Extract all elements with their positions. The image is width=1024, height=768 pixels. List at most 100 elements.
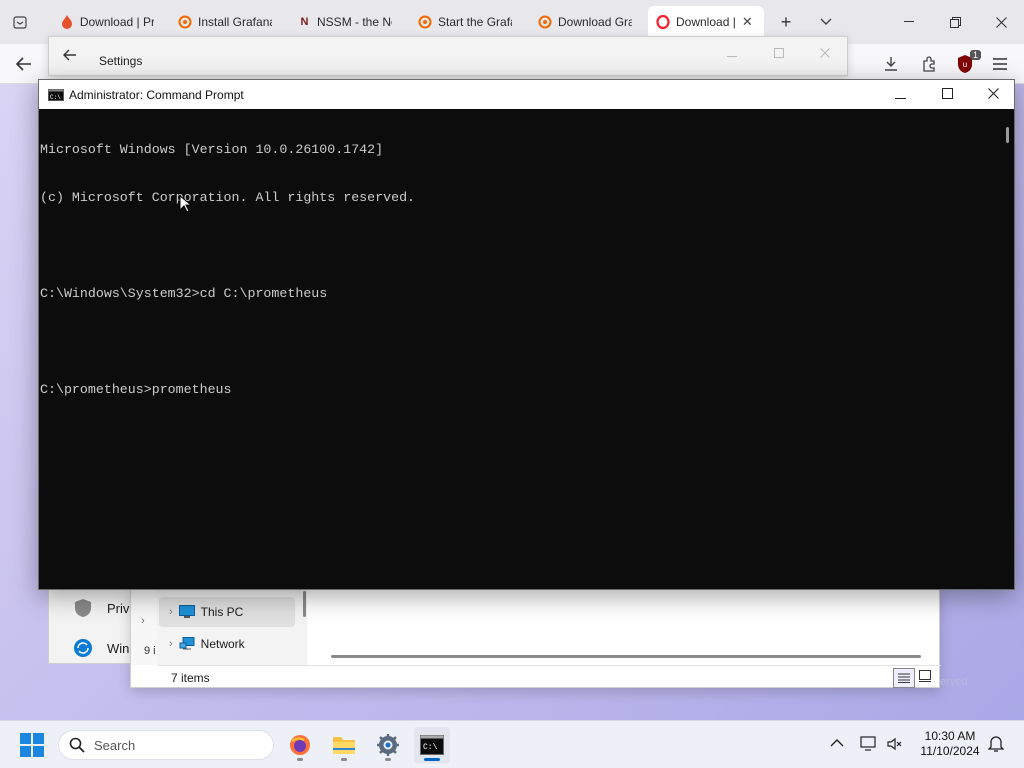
tiles-view-icon[interactable] [919,670,931,685]
nav-item-this-pc[interactable]: › This PC [159,597,295,627]
settings-nav-label: Win [107,640,130,656]
browser-tab-5[interactable]: Download Gra [530,6,640,38]
extensions-icon[interactable] [917,52,941,76]
computer-icon [178,605,195,618]
firefox-icon [290,735,310,755]
scroll-thumb[interactable] [1006,127,1009,143]
svg-text:C:\: C:\ [423,743,438,752]
nav-label: Network [200,637,245,651]
tab-label: Download Gra [558,15,632,29]
prometheus-icon [60,15,74,29]
command-prompt-window: C:\ Administrator: Command Prompt Micros… [38,79,1015,590]
settings-back-icon[interactable] [63,49,77,64]
clock-date: 11/10/2024 [920,744,980,758]
horizontal-scrollbar[interactable] [331,655,921,658]
explorer-left-gutter: › 9 i [131,589,157,665]
browser-tab-6-active[interactable]: Download | ✕ [648,6,764,38]
chevron-right-icon[interactable]: › [141,615,145,627]
settings-window: Settings [48,36,848,76]
cmd-maximize-icon[interactable] [942,88,953,102]
browser-close-icon[interactable] [989,10,1013,34]
ublock-origin-icon[interactable]: u 1 [953,50,981,76]
browser-tab-3[interactable]: N NSSM - the No [290,6,400,38]
console-input-line: C:\prometheus>prometheus [40,382,232,397]
console-line: Microsoft Windows [Version 10.0.26100.17… [40,142,384,157]
details-view-icon[interactable] [893,668,915,688]
grafana-icon [178,15,192,29]
notification-bell-icon[interactable] [987,735,1005,756]
active-indicator [424,758,440,761]
terminal-icon: C:\ [420,735,444,755]
cmd-scrollbar[interactable] [1001,109,1014,589]
search-icon [69,737,85,753]
nssm-icon: N [300,16,309,28]
nav-item-network[interactable]: › Network [159,629,295,659]
grafana-icon [418,15,432,29]
network-icon [179,637,195,650]
running-indicator [341,758,347,761]
clock[interactable]: 10:30 AM 11/10/2024 [914,729,986,759]
item-count: 7 items [171,670,210,685]
taskbar-firefox[interactable] [282,727,318,763]
nav-scrollbar[interactable] [303,591,306,617]
cmd-console-output[interactable]: Microsoft Windows [Version 10.0.26100.17… [39,109,999,589]
windows-start-icon[interactable] [20,733,44,760]
tab-close-icon[interactable]: ✕ [742,14,753,30]
downloads-icon[interactable] [879,52,903,76]
partial-item-count: 9 i [144,645,156,657]
chevron-right-icon[interactable]: › [169,638,173,650]
explorer-nav-pane: › This PC › Network [157,589,307,665]
tab-label: Download | Pr [79,15,154,29]
tab-label: Start the Grafa [438,15,512,29]
browser-restore-icon[interactable] [943,10,967,34]
shield-icon [75,599,91,617]
tab-label: Install Grafana [198,15,272,29]
svg-text:u: u [963,60,967,69]
taskbar-file-explorer[interactable] [326,727,362,763]
svg-text:C:\: C:\ [50,94,61,101]
tab-label: NSSM - the No [317,15,392,29]
menu-icon[interactable] [988,52,1012,76]
taskbar-command-prompt[interactable]: C:\ [414,727,450,763]
settings-minimize-icon[interactable] [727,47,737,61]
browser-tab-2[interactable]: Install Grafana [170,6,280,38]
cmd-titlebar[interactable]: C:\ Administrator: Command Prompt [39,80,1014,109]
windows-update-icon [74,639,92,657]
tab-dropdown-icon[interactable] [814,10,838,34]
gear-icon [377,734,399,756]
taskbar-settings[interactable] [370,727,406,763]
folder-icon [333,737,355,754]
settings-nav-windows-update[interactable]: Win [73,638,129,658]
settings-close-icon[interactable] [820,47,830,61]
browser-tab-4[interactable]: Start the Grafa [410,6,520,38]
cmd-title: Administrator: Command Prompt [69,87,244,102]
cmd-close-icon[interactable] [988,88,999,102]
extension-badge: 1 [969,50,981,60]
running-indicator [297,758,303,761]
taskbar: Search C:\ 10:30 AM 11/10/2024 [0,720,1024,768]
settings-maximize-icon[interactable] [774,47,784,61]
tab-list-icon[interactable] [8,10,32,34]
console-line: C:\Windows\System32>cd C:\prometheus [40,286,328,301]
tab-label: Download | [676,15,736,29]
back-arrow-icon[interactable] [12,52,36,76]
new-tab-icon[interactable]: + [774,10,798,34]
chevron-right-icon[interactable]: › [169,606,173,618]
nav-label: This PC [200,605,244,619]
show-hidden-icons-chevron-up-icon[interactable] [830,737,844,751]
taskbar-search-box[interactable]: Search [58,730,274,760]
watermark-partial-text: erved [940,676,968,688]
browser-tab-1[interactable]: Download | Pr [52,6,162,38]
volume-muted-icon[interactable] [886,736,904,755]
settings-nav-label: Priv [107,600,130,616]
browser-minimize-icon[interactable] [897,10,921,34]
clock-time: 10:30 AM [924,729,976,743]
grafana-icon [538,15,552,29]
cmd-minimize-icon[interactable] [895,89,906,103]
settings-nav-privacy[interactable]: Priv [73,598,129,618]
network-status-icon[interactable] [860,736,878,755]
cmd-app-icon: C:\ [48,88,64,101]
search-placeholder: Search [94,737,136,753]
